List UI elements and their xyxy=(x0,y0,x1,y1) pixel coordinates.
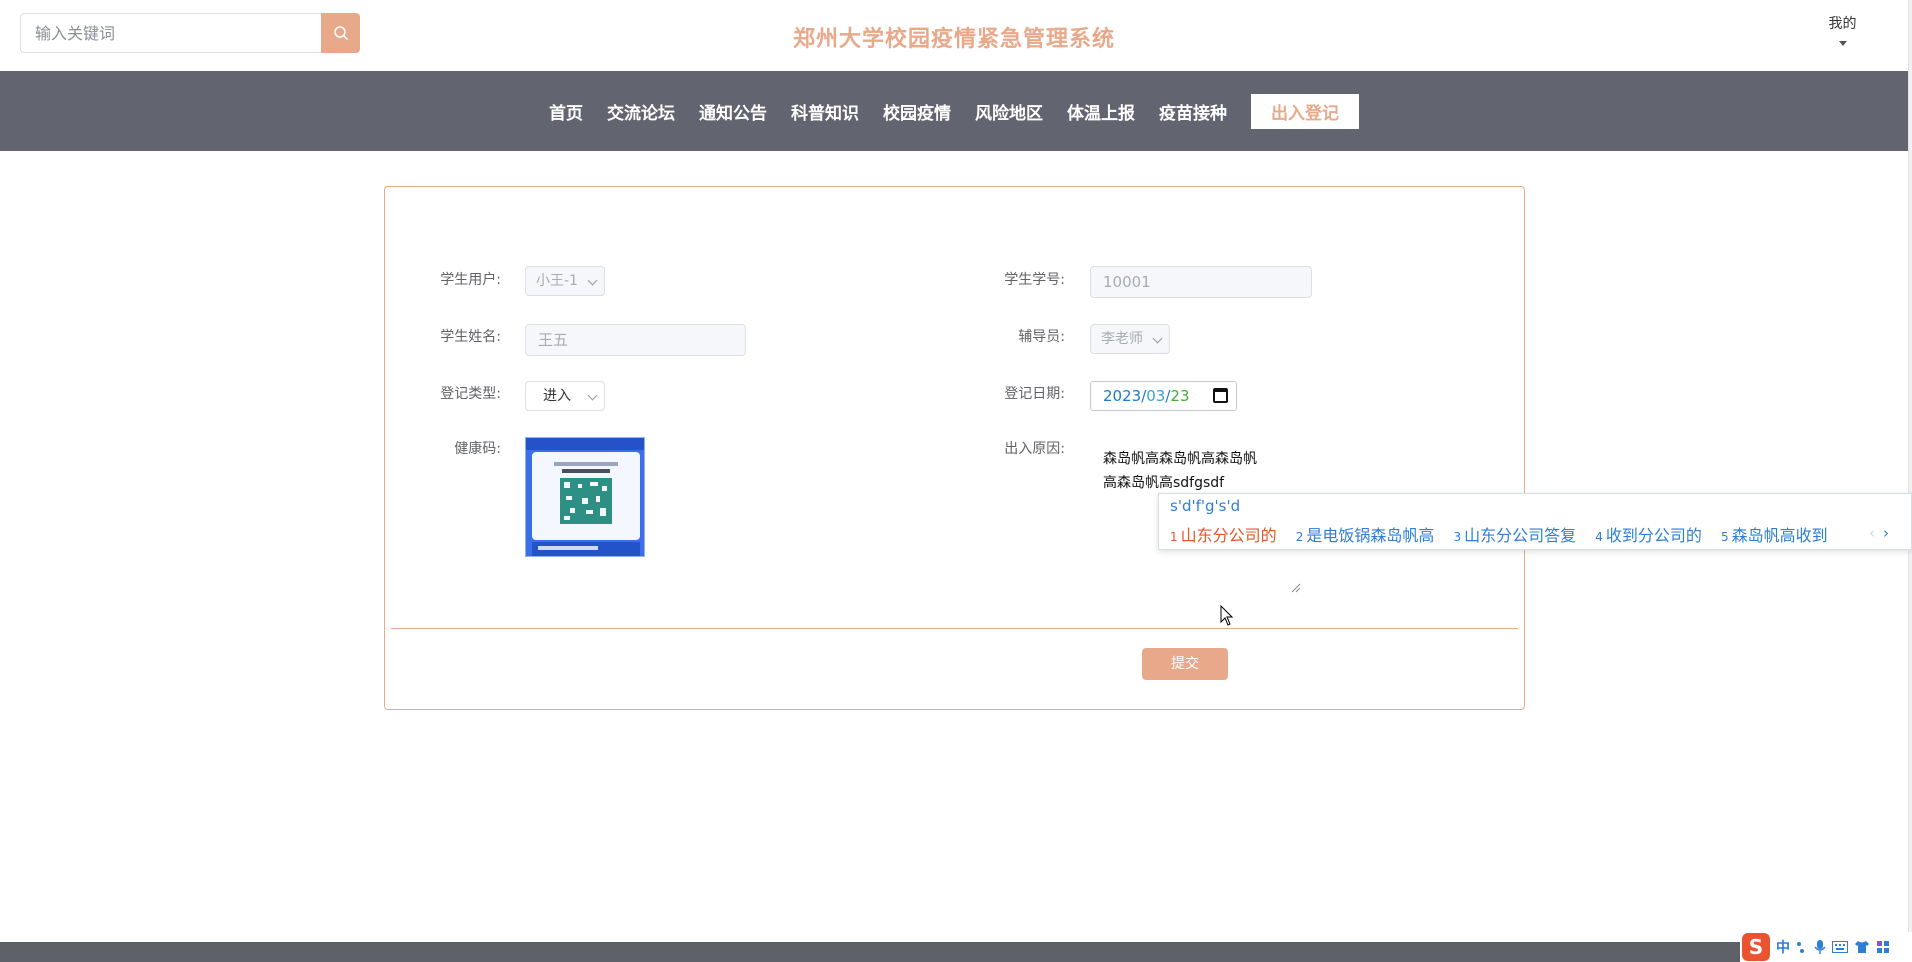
reg-type-value: 进入 xyxy=(543,388,571,404)
student-id-label: 学生学号: xyxy=(1004,272,1065,288)
entry-exit-form: 学生用户: 小王-1 学生学号: 10001 学生姓名: 王五 辅导员: 李老师… xyxy=(384,186,1525,710)
date-month: 03 xyxy=(1146,387,1166,405)
nav-notices[interactable]: 通知公告 xyxy=(699,99,767,124)
reg-date-input[interactable]: 2023/03/23 xyxy=(1090,381,1237,411)
ime-candidate[interactable]: 5 森岛帆高收到 xyxy=(1721,522,1828,546)
calendar-icon[interactable] xyxy=(1213,388,1228,403)
student-user-label: 学生用户: xyxy=(440,272,501,288)
caret-down-icon xyxy=(1838,41,1847,46)
nav-science[interactable]: 科普知识 xyxy=(791,99,859,124)
ime-candidate[interactable]: 4 收到分公司的 xyxy=(1595,522,1702,546)
ime-mode-toggle[interactable]: 中 xyxy=(1776,937,1790,957)
user-menu-label: 我的 xyxy=(1828,16,1857,32)
ime-candidate[interactable]: 3 山东分公司答复 xyxy=(1454,522,1577,546)
student-id-field[interactable]: 10001 xyxy=(1090,266,1312,298)
ime-candidate-popup: s'd'f'g's'd 1 山东分公司的 2 是电饭锅森岛帆高 3 山东分公司答复 4… xyxy=(1158,493,1912,550)
scrollbar[interactable] xyxy=(1908,0,1912,940)
qr-code-icon xyxy=(526,438,644,556)
nav-home[interactable]: 首页 xyxy=(549,99,583,124)
reg-date-label: 登记日期: xyxy=(1004,386,1065,402)
main-nav: 首页 交流论坛 通知公告 科普知识 校园疫情 风险地区 体温上报 疫苗接种 出入… xyxy=(0,71,1908,151)
nav-temperature[interactable]: 体温上报 xyxy=(1067,99,1135,124)
ime-next-icon[interactable]: › xyxy=(1883,524,1889,542)
chevron-down-icon xyxy=(587,390,598,401)
student-user-select[interactable]: 小王-1 xyxy=(525,266,605,296)
ime-candidate[interactable]: 1 山东分公司的 xyxy=(1170,522,1277,546)
student-name-value: 王五 xyxy=(538,331,569,349)
sogou-logo-icon[interactable]: S xyxy=(1742,933,1770,961)
ime-toolbar: S 中 xyxy=(1740,932,1912,962)
date-year: 2023 xyxy=(1103,387,1142,405)
punctuation-icon[interactable] xyxy=(1796,940,1808,954)
reg-type-select[interactable]: 进入 xyxy=(525,381,605,411)
student-user-value: 小王-1 xyxy=(536,273,578,289)
chevron-down-icon xyxy=(1152,333,1163,344)
microphone-icon[interactable] xyxy=(1814,939,1826,955)
resize-grip-icon[interactable] xyxy=(1291,583,1301,593)
skin-shirt-icon[interactable] xyxy=(1854,940,1870,954)
site-title: 郑州大学校园疫情紧急管理系统 xyxy=(792,27,1115,52)
form-divider xyxy=(391,628,1518,629)
ime-prev-icon[interactable]: ‹ xyxy=(1869,524,1875,542)
ime-candidate-list: 1 山东分公司的 2 是电饭锅森岛帆高 3 山东分公司答复 4 收到分公司的 5 森岛帆高… xyxy=(1170,522,1842,546)
ime-page-arrows: ‹ › xyxy=(1869,524,1889,542)
student-id-value: 10001 xyxy=(1103,273,1151,291)
ime-composition: s'd'f'g's'd xyxy=(1170,497,1241,515)
grid-menu-icon[interactable] xyxy=(1876,940,1890,954)
chevron-down-icon xyxy=(587,275,598,286)
reg-type-label: 登记类型: xyxy=(440,386,501,402)
reason-label: 出入原因: xyxy=(1004,441,1065,457)
top-bar: 郑州大学校园疫情紧急管理系统 我的 xyxy=(0,0,1912,71)
submit-button[interactable]: 提交 xyxy=(1142,648,1228,680)
nav-entry-exit-active[interactable]: 出入登记 xyxy=(1251,93,1359,129)
counselor-label: 辅导员: xyxy=(1018,329,1065,345)
mouse-cursor-icon xyxy=(1220,605,1234,626)
counselor-select[interactable]: 李老师 xyxy=(1090,324,1170,354)
date-day: 23 xyxy=(1170,387,1190,405)
student-name-field[interactable]: 王五 xyxy=(525,324,746,356)
keyboard-icon[interactable] xyxy=(1832,941,1848,953)
counselor-value: 李老师 xyxy=(1101,331,1143,347)
footer-bar xyxy=(0,942,1912,962)
nav-campus-epidemic[interactable]: 校园疫情 xyxy=(883,99,951,124)
ime-candidate[interactable]: 2 是电饭锅森岛帆高 xyxy=(1296,522,1435,546)
health-code-image[interactable] xyxy=(525,437,645,557)
nav-risk-areas[interactable]: 风险地区 xyxy=(975,99,1043,124)
nav-vaccination[interactable]: 疫苗接种 xyxy=(1159,99,1227,124)
user-menu[interactable]: 我的 xyxy=(1820,13,1865,46)
nav-forum[interactable]: 交流论坛 xyxy=(607,99,675,124)
health-code-label: 健康码: xyxy=(454,441,501,457)
student-name-label: 学生姓名: xyxy=(440,329,501,345)
